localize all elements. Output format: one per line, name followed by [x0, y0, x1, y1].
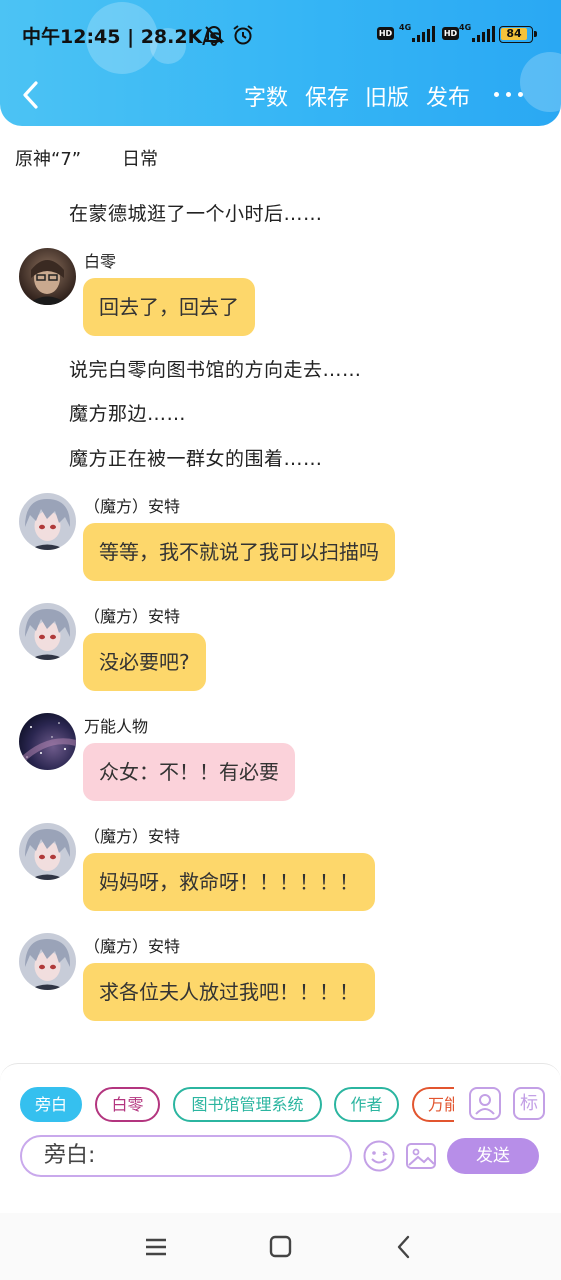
tag-icon[interactable]: 标	[513, 1087, 545, 1120]
avatar-ante[interactable]	[19, 933, 76, 990]
menu-icon[interactable]	[141, 1233, 171, 1261]
4g-signal-icon	[472, 26, 496, 42]
story-tag[interactable]: 日常	[122, 145, 158, 171]
word-count-button[interactable]: 字数	[244, 80, 288, 112]
4g-label: 4G	[459, 23, 472, 32]
avatar-ante[interactable]	[19, 493, 76, 550]
more-dots-icon[interactable]	[492, 84, 526, 104]
battery-level: 84	[501, 28, 527, 40]
chat-bubble[interactable]: 等等，我不就说了我可以扫描吗	[83, 523, 395, 581]
role-chip-narration[interactable]: 旁白	[20, 1087, 82, 1122]
status-bar: 中午12:45 | 28.2K/s HD 4G HD 4G 84	[0, 14, 561, 54]
old-version-button[interactable]: 旧版	[365, 80, 409, 112]
message-input[interactable]: 旁白:	[20, 1135, 352, 1177]
status-separator: |	[127, 26, 135, 48]
narration-line: 说完白零向图书馆的方向走去……	[69, 359, 362, 381]
role-chip-author[interactable]: 作者	[334, 1087, 399, 1122]
chevron-left-icon[interactable]	[18, 78, 44, 112]
4g-signal-icon	[412, 26, 436, 42]
chat-bubble[interactable]: 求各位夫人放过我吧！！！！	[83, 963, 375, 1021]
send-button[interactable]: 发送	[447, 1138, 539, 1174]
chat-bubble[interactable]: 众女：不！！有必要	[83, 743, 295, 801]
save-button[interactable]: 保存	[305, 80, 349, 112]
speaker-name: （魔方）安特	[84, 937, 181, 956]
story-title: 原神“7”	[15, 149, 82, 170]
narration-line: 魔方正在被一群女的围着……	[69, 448, 323, 470]
speaker-name: （魔方）安特	[84, 497, 181, 516]
clock-text: 中午12:45	[22, 26, 121, 48]
mute-bell-icon	[203, 26, 225, 46]
hd-icon: HD	[442, 27, 459, 40]
smile-emoji-icon[interactable]	[362, 1139, 396, 1173]
avatar-ante[interactable]	[19, 823, 76, 880]
image-icon[interactable]	[404, 1139, 438, 1173]
role-chip-library-system[interactable]: 图书馆管理系统	[173, 1087, 322, 1122]
avatar-ante[interactable]	[19, 603, 76, 660]
narration-line: 魔方那边……	[69, 403, 187, 425]
home-square-icon[interactable]	[265, 1233, 295, 1261]
role-chip-bailing[interactable]: 白零	[95, 1087, 160, 1122]
4g-label: 4G	[399, 23, 412, 32]
chat-bubble[interactable]: 没必要吧?	[83, 633, 206, 691]
publish-button[interactable]: 发布	[426, 80, 470, 112]
speaker-name: （魔方）安特	[84, 827, 181, 846]
status-time: 中午12:45 | 28.2K/s	[22, 22, 221, 49]
battery-icon: 84	[499, 26, 537, 43]
speaker-name: 白零	[84, 252, 117, 271]
narration-line: 在蒙德城逛了一个小时后……	[69, 203, 323, 225]
chat-bubble[interactable]: 妈妈呀，救命呀！！！！！！	[83, 853, 375, 911]
hd-icon: HD	[377, 27, 394, 40]
avatar-universal[interactable]	[19, 713, 76, 770]
app-header: 中午12:45 | 28.2K/s HD 4G HD 4G 84 字数 保存 旧…	[0, 0, 561, 126]
system-nav-bar	[0, 1213, 561, 1280]
role-chip-universal[interactable]: 万能	[412, 1087, 454, 1122]
alarm-icon	[233, 25, 253, 45]
back-triangle-icon[interactable]	[389, 1233, 419, 1261]
speaker-name: 万能人物	[84, 717, 149, 736]
speaker-name: （魔方）安特	[84, 607, 181, 626]
decor-bubble	[520, 52, 561, 112]
chat-bubble[interactable]: 回去了，回去了	[83, 278, 255, 336]
character-card-icon[interactable]	[469, 1087, 501, 1120]
avatar-bailing[interactable]	[19, 248, 76, 305]
battery-cap	[534, 31, 537, 37]
